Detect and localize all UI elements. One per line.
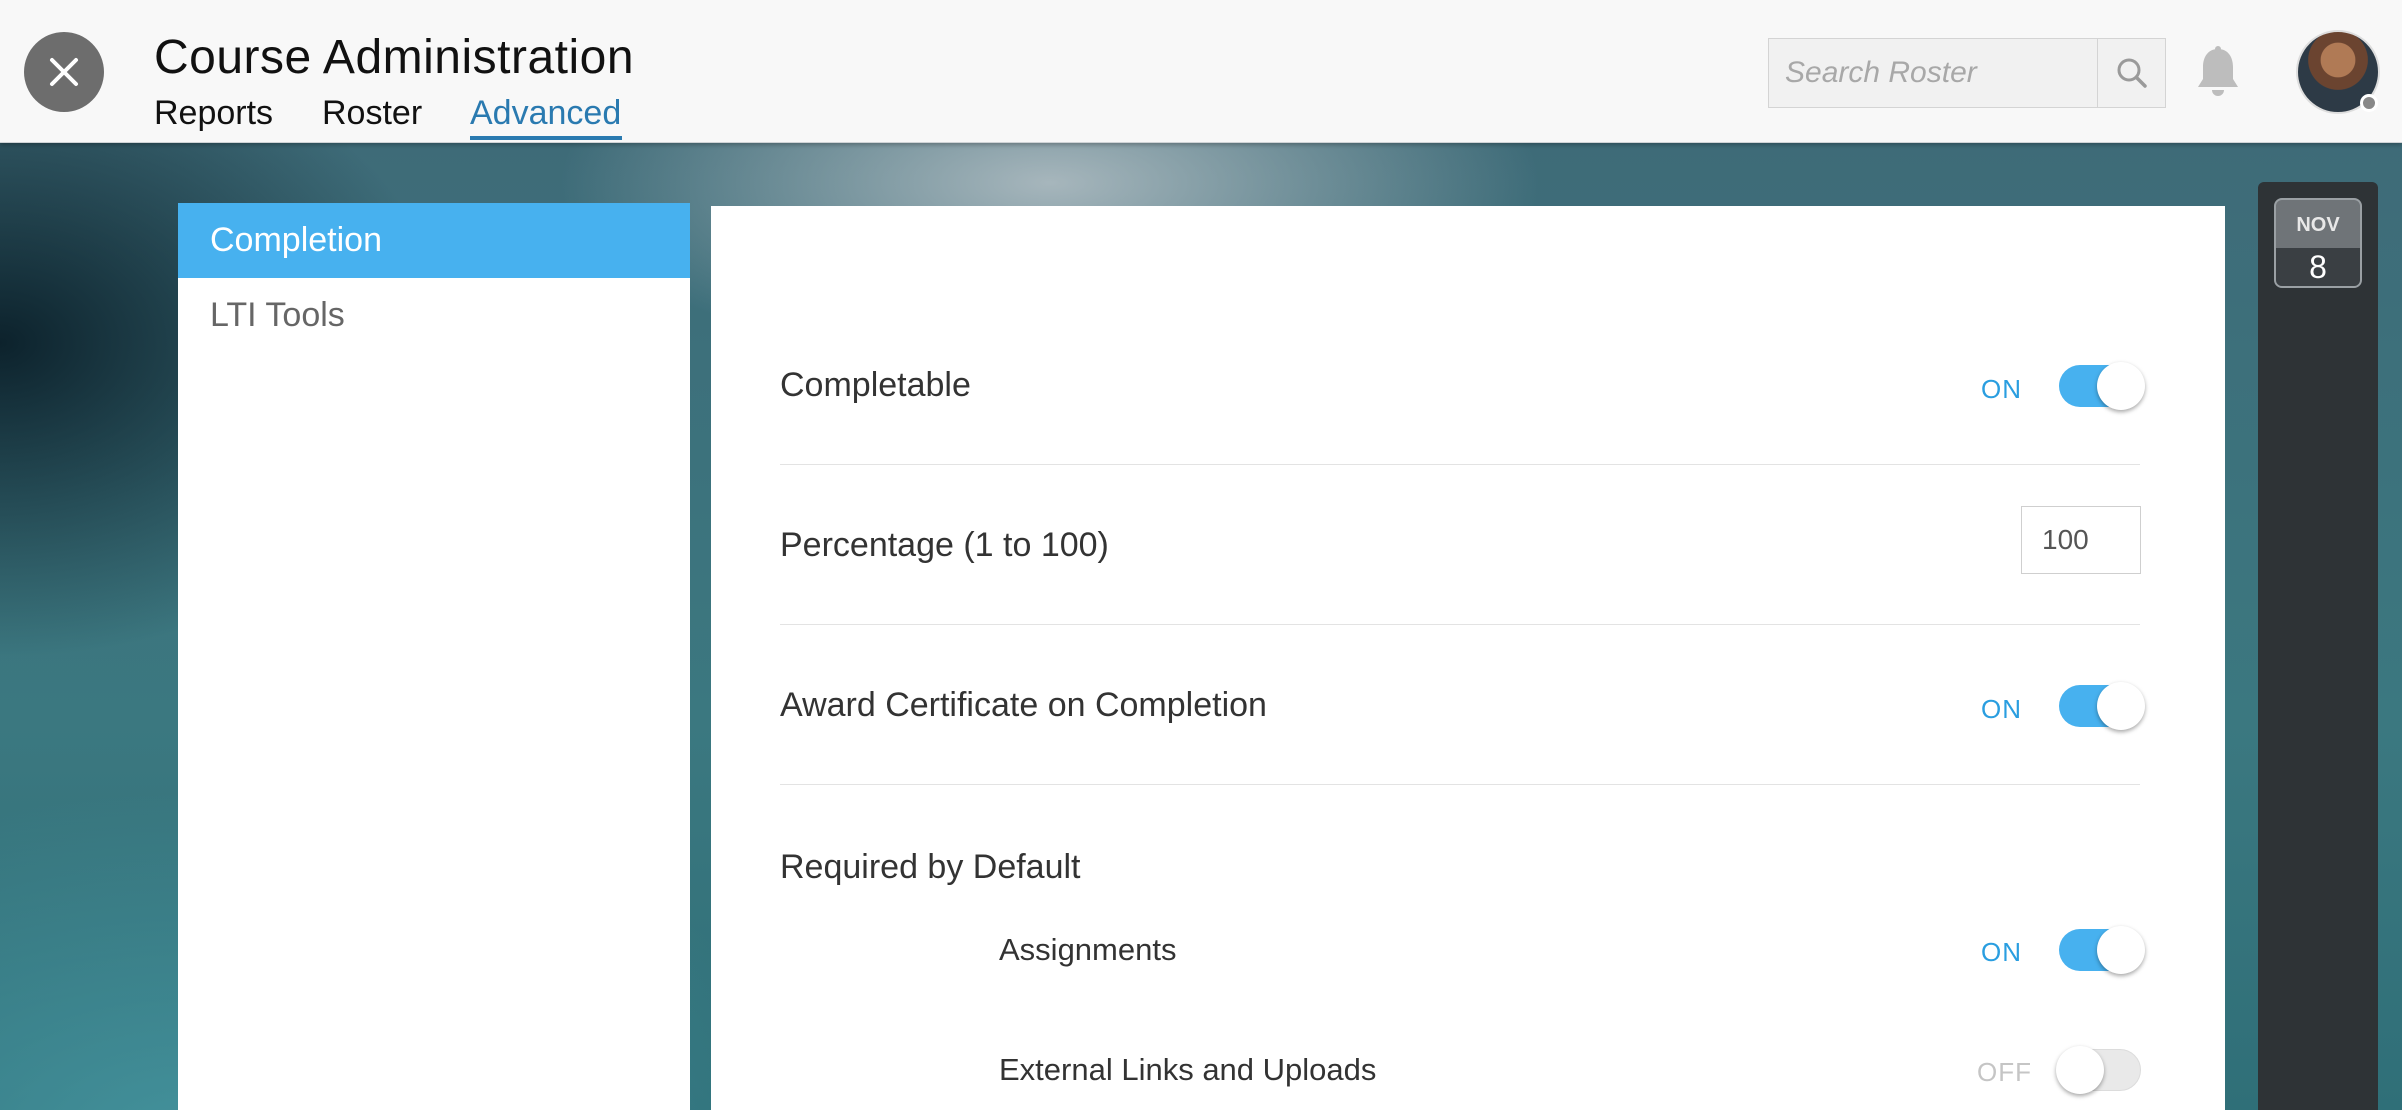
settings-sidebar: Completion LTI Tools — [178, 203, 690, 1110]
date-badge[interactable]: NOV 8 — [2274, 198, 2362, 288]
date-day: 8 — [2276, 248, 2360, 286]
app-header: Course Administration Reports Roster Adv… — [0, 0, 2402, 143]
award-certificate-toggle[interactable] — [2059, 682, 2145, 730]
bell-icon[interactable] — [2194, 45, 2242, 99]
percentage-label: Percentage (1 to 100) — [780, 526, 1109, 564]
toggle-knob — [2097, 362, 2145, 410]
presence-indicator — [2360, 94, 2378, 112]
completable-state: ON — [1981, 374, 2022, 404]
completion-settings-panel: Completable ON Percentage (1 to 100) Awa… — [711, 206, 2225, 1110]
page-title: Course Administration — [154, 31, 635, 84]
percentage-input[interactable] — [2021, 506, 2141, 574]
roster-search — [1768, 38, 2166, 108]
active-tab-indicator — [470, 136, 622, 140]
right-rail — [2258, 182, 2378, 1110]
completable-toggle[interactable] — [2059, 362, 2145, 410]
required-by-default-heading: Required by Default — [780, 848, 1081, 886]
close-icon — [50, 58, 78, 86]
assignments-label: Assignments — [999, 932, 1177, 967]
toggle-knob — [2056, 1046, 2104, 1094]
external-links-toggle[interactable] — [2056, 1046, 2141, 1094]
external-links-state: OFF — [1977, 1057, 2032, 1087]
award-certificate-label: Award Certificate on Completion — [780, 686, 1267, 724]
close-button[interactable] — [24, 32, 104, 112]
sidebar-item-completion[interactable]: Completion — [178, 203, 690, 278]
divider — [780, 784, 2140, 785]
divider — [780, 464, 2140, 465]
tab-roster[interactable]: Roster — [322, 94, 422, 133]
award-certificate-state: ON — [1981, 694, 2022, 724]
external-links-label: External Links and Uploads — [999, 1052, 1377, 1087]
assignments-toggle[interactable] — [2059, 926, 2145, 974]
search-icon — [2117, 58, 2147, 88]
toggle-knob — [2097, 926, 2145, 974]
assignments-state: ON — [1981, 937, 2022, 967]
toggle-knob — [2097, 682, 2145, 730]
search-input[interactable] — [1769, 39, 2097, 107]
sidebar-item-lti-tools[interactable]: LTI Tools — [178, 278, 690, 353]
divider — [780, 624, 2140, 625]
search-button[interactable] — [2097, 39, 2165, 107]
tab-reports[interactable]: Reports — [154, 94, 273, 133]
date-month: NOV — [2296, 214, 2340, 236]
tab-advanced[interactable]: Advanced — [470, 94, 621, 133]
completable-label: Completable — [780, 366, 971, 404]
